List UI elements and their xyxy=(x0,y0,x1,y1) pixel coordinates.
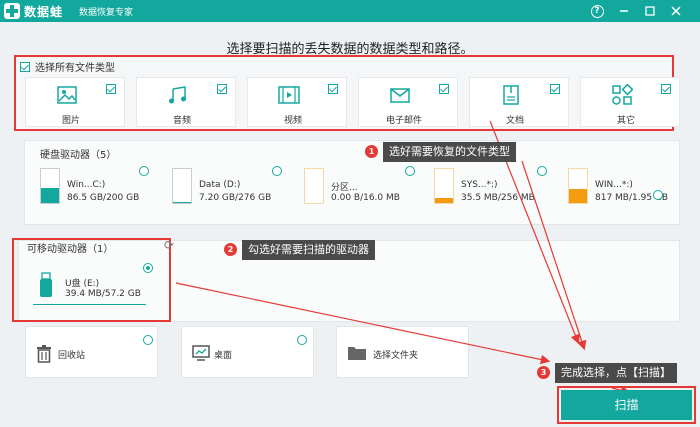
drive-partition-radio[interactable] xyxy=(405,166,415,176)
document-icon xyxy=(503,85,519,105)
file-type-other[interactable]: 其它 xyxy=(580,77,680,127)
desktop-card[interactable]: 桌面 xyxy=(181,326,314,378)
minimize-icon xyxy=(620,10,628,12)
file-type-label: 图片 xyxy=(61,116,80,126)
help-icon: ? xyxy=(590,4,604,18)
drive-icon xyxy=(568,168,588,204)
usb-drive[interactable]: U盘 (E:) 39.4 MB/57.2 GB xyxy=(33,268,146,308)
close-icon xyxy=(671,6,681,16)
drive-name: SYS...*:) xyxy=(461,180,498,190)
file-type-label: 音频 xyxy=(172,116,191,126)
file-type-email[interactable]: 电子邮件 xyxy=(358,77,458,127)
file-type-label: 视频 xyxy=(283,116,302,126)
drive-sys-radio[interactable] xyxy=(537,166,547,176)
file-type-image[interactable]: 图片 xyxy=(25,77,125,127)
app-subtitle: 数据恢复专家 xyxy=(79,8,134,18)
file-type-document[interactable]: 文档 xyxy=(469,77,569,127)
drive-name: Win...C:) xyxy=(67,180,106,190)
title-bar: 数据蛙 数据恢复专家 ? xyxy=(0,0,700,22)
select-all-checkbox[interactable]: 选择所有文件类型 xyxy=(20,59,115,74)
app-brand: 数据蛙 xyxy=(24,5,64,19)
drive-size: 39.4 MB/57.2 GB xyxy=(65,289,141,299)
drive-usage-fill xyxy=(569,189,587,203)
file-type-label: 电子邮件 xyxy=(385,116,422,126)
drive-name: Data (D:) xyxy=(199,180,241,190)
maximize-button[interactable] xyxy=(640,1,660,21)
refresh-icon[interactable]: ⟳ xyxy=(164,238,174,252)
location-label: 桌面 xyxy=(214,351,233,361)
hard-drive-title: 硬盘驱动器（5） xyxy=(40,150,117,161)
close-button[interactable] xyxy=(666,1,686,21)
drive-icon xyxy=(434,168,454,204)
location-label: 选择文件夹 xyxy=(373,351,419,361)
checkbox-icon[interactable] xyxy=(550,84,560,94)
location-label: 回收站 xyxy=(58,351,86,361)
file-type-label: 文档 xyxy=(505,116,524,126)
select-folder-card[interactable]: 选择文件夹 xyxy=(336,326,469,378)
drive-icon xyxy=(304,168,324,204)
app-logo-icon xyxy=(4,3,20,19)
drive-name: WIN...*:) xyxy=(595,180,633,190)
desktop-icon xyxy=(192,345,210,361)
desktop-radio[interactable] xyxy=(297,335,307,345)
minimize-button[interactable] xyxy=(614,1,634,21)
image-icon xyxy=(57,86,77,104)
drive-icon xyxy=(172,168,192,204)
drive-size: 86.5 GB/200 GB xyxy=(67,193,140,203)
audio-icon xyxy=(169,86,186,104)
folder-icon xyxy=(348,347,366,360)
drive-size: 0.00 B/16.0 MB xyxy=(331,193,400,203)
checkbox-icon[interactable] xyxy=(439,84,449,94)
video-icon xyxy=(278,86,300,104)
drive-win-radio[interactable] xyxy=(653,190,663,200)
callout-step-1: 选好需要恢复的文件类型 xyxy=(383,142,516,162)
drive-d-radio[interactable] xyxy=(272,166,282,176)
checkbox-icon[interactable] xyxy=(328,84,338,94)
file-type-label: 其它 xyxy=(616,116,635,126)
checkbox-icon[interactable] xyxy=(106,84,116,94)
drive-name: U盘 (E:) xyxy=(65,279,100,289)
select-all-label: 选择所有文件类型 xyxy=(35,63,115,74)
callout-badge: 2 xyxy=(224,243,237,256)
other-icon xyxy=(612,84,633,105)
recycle-bin-card[interactable]: 回收站 xyxy=(25,326,158,378)
drive-c-radio[interactable] xyxy=(139,166,149,176)
help-button[interactable]: ? xyxy=(587,1,607,21)
checkbox-icon xyxy=(20,61,30,72)
drive-usage-fill xyxy=(173,201,191,203)
callout-badge: 3 xyxy=(537,366,550,379)
callout-step-3: 完成选择，点【扫描】 xyxy=(555,363,677,383)
drive-name: 分区... xyxy=(331,183,358,193)
drive-usage-fill xyxy=(41,188,59,203)
checkbox-icon[interactable] xyxy=(217,84,227,94)
removable-title: 可移动驱动器（1） xyxy=(27,244,114,255)
drive-usage-fill xyxy=(435,198,453,203)
maximize-icon xyxy=(645,6,655,16)
email-icon xyxy=(390,88,410,103)
drive-icon xyxy=(40,168,60,204)
usb-drive-icon xyxy=(40,272,52,297)
file-type-audio[interactable]: 音频 xyxy=(136,77,236,127)
file-type-video[interactable]: 视频 xyxy=(247,77,347,127)
callout-badge: 1 xyxy=(365,145,378,158)
callout-step-2: 勾选好需要扫描的驱动器 xyxy=(242,240,375,260)
checkbox-icon[interactable] xyxy=(661,84,671,94)
recycle-bin-icon xyxy=(37,345,51,363)
recycle-bin-radio[interactable] xyxy=(143,335,153,345)
drive-size: 7.20 GB/276 GB xyxy=(199,193,272,203)
selection-underline xyxy=(33,304,146,305)
drive-size: 35.5 MB/256 MB xyxy=(461,193,535,203)
scan-button[interactable]: 扫描 xyxy=(561,390,692,420)
